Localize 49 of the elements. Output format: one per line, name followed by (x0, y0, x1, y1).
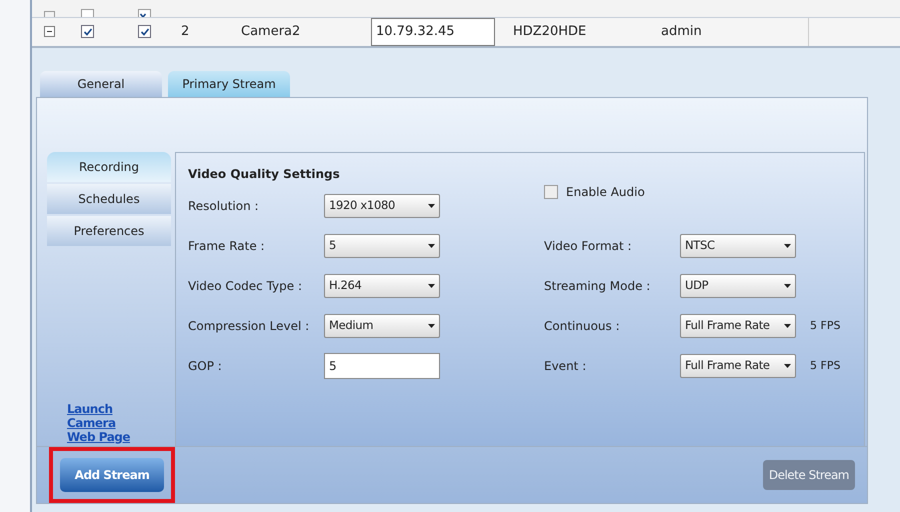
dropdown[interactable]: Medium (324, 314, 440, 338)
section-title: Video Quality Settings (188, 166, 341, 183)
dropdown[interactable]: 1920 x1080 (324, 194, 440, 218)
checkbox-label: Enable Audio (566, 184, 645, 201)
dropdown-arrow-icon (428, 204, 435, 208)
ip-field[interactable]: 10.79.32.45 (371, 18, 495, 46)
fps-label: 5 FPS (810, 358, 840, 374)
checkbox[interactable] (138, 25, 151, 38)
dropdown[interactable]: Full Frame Rate (680, 314, 796, 338)
field-label: Streaming Mode : (544, 278, 652, 295)
field-label: Video Codec Type : (188, 278, 303, 295)
fps-label: 5 FPS (810, 318, 840, 334)
checkbox[interactable] (81, 25, 94, 38)
tab[interactable]: General (40, 71, 162, 97)
table-cell-text: 2 (181, 23, 190, 41)
dropdown-arrow-icon (428, 324, 435, 328)
field-label: Continuous : (544, 318, 621, 335)
dropdown-arrow-icon (784, 244, 791, 248)
field-label: Compression Level : (188, 318, 310, 335)
dropdown[interactable]: Full Frame Rate (680, 354, 796, 378)
checkbox[interactable] (81, 8, 94, 17)
table-cell-text: HDZ20HDE (513, 23, 588, 41)
launch-camera-link[interactable]: Launch Camera Web Page (67, 402, 147, 444)
table-cell-text: Camera2 (241, 23, 302, 41)
dropdown-arrow-icon (784, 364, 791, 368)
field-label: Resolution : (188, 198, 260, 215)
dropdown[interactable]: 5 (324, 234, 440, 258)
add-stream-button[interactable]: Add Stream (60, 458, 164, 492)
nav-item[interactable]: Schedules (47, 184, 171, 214)
tab[interactable]: Primary Stream (168, 71, 290, 97)
dropdown[interactable]: H.264 (324, 274, 440, 298)
table-cell: admin (661, 18, 809, 46)
dropdown[interactable]: UDP (680, 274, 796, 298)
checkbox[interactable] (544, 185, 558, 199)
collapse-icon[interactable] (44, 26, 55, 38)
expand-icon[interactable] (44, 10, 55, 17)
dropdown-arrow-icon (784, 284, 791, 288)
dropdown-arrow-icon (784, 324, 791, 328)
field-label: GOP : (188, 358, 223, 375)
field-label: Video Format : (544, 238, 633, 255)
field-label: Event : (544, 358, 588, 375)
dropdown-arrow-icon (428, 284, 435, 288)
checkbox[interactable] (138, 8, 151, 17)
dropdown[interactable]: NTSC (680, 234, 796, 258)
field-label: Frame Rate : (188, 238, 266, 255)
nav-item[interactable]: Preferences (47, 216, 171, 246)
nav-item[interactable]: Recording (47, 152, 171, 182)
input-field[interactable]: 5 (324, 353, 440, 379)
dropdown-arrow-icon (428, 244, 435, 248)
